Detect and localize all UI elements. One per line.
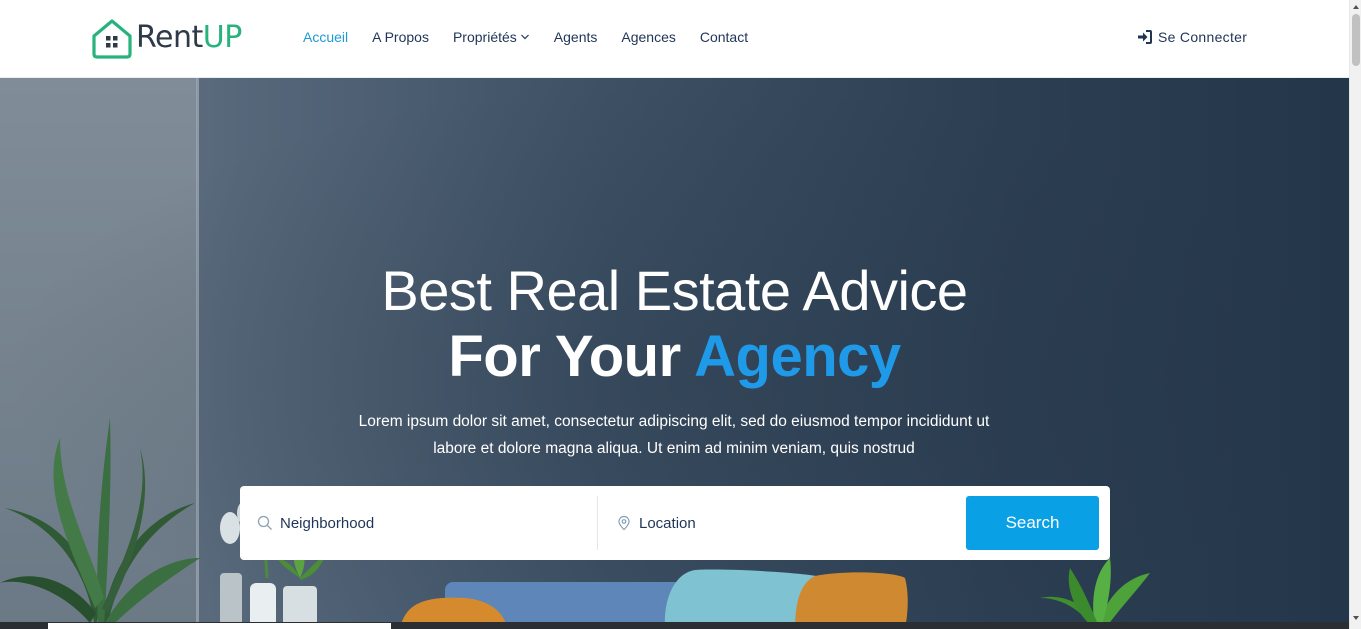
login-label: Se Connecter bbox=[1158, 29, 1248, 45]
hero-title-prefix: For Your bbox=[448, 324, 681, 389]
location-placeholder: Location bbox=[639, 514, 696, 532]
main-nav: Accueil A Propos Propriétés Agents Agenc… bbox=[303, 29, 772, 45]
nav-item-label: Agences bbox=[621, 29, 676, 45]
hero-title-accent: Agency bbox=[694, 324, 901, 389]
neighborhood-field[interactable]: Neighborhood bbox=[257, 498, 587, 548]
login-link[interactable]: Se Connecter bbox=[1137, 29, 1247, 45]
nav-item-label: Contact bbox=[699, 29, 749, 45]
palm-plant-image bbox=[0, 418, 200, 629]
chevron-down-icon bbox=[520, 34, 529, 40]
hero-section: Best Real Estate Advice For Your Agency … bbox=[0, 78, 1349, 629]
nav-item-proprietes[interactable]: Propriétés bbox=[453, 29, 530, 45]
hero-description: Lorem ipsum dolor sit amet, consectetur … bbox=[324, 408, 1024, 462]
scroll-down-arrow-icon[interactable] bbox=[1351, 613, 1361, 623]
nav-item-accueil[interactable]: Accueil bbox=[303, 29, 348, 45]
side-plant-image bbox=[1040, 558, 1150, 629]
scroll-up-arrow-icon[interactable] bbox=[1351, 2, 1361, 12]
sign-in-icon bbox=[1138, 30, 1152, 44]
search-form: Neighborhood Location Search bbox=[240, 486, 1110, 560]
search-icon bbox=[257, 515, 272, 530]
hero-description-line2: labore et dolore magna aliqua. Ut enim a… bbox=[433, 440, 915, 457]
brand-name-part2: UP bbox=[202, 20, 243, 55]
nav-item-agents[interactable]: Agents bbox=[554, 29, 598, 45]
nav-item-contact[interactable]: Contact bbox=[700, 29, 748, 45]
next-section-card-edge bbox=[48, 623, 391, 629]
nav-item-a-propos[interactable]: A Propos bbox=[372, 29, 429, 45]
hero-title-line1: Best Real Estate Advice bbox=[381, 259, 968, 322]
map-pin-icon bbox=[618, 515, 630, 531]
hero-description-line1: Lorem ipsum dolor sit amet, consectetur … bbox=[358, 413, 990, 430]
house-icon bbox=[92, 19, 132, 59]
search-button[interactable]: Search bbox=[966, 496, 1099, 550]
nav-item-agences[interactable]: Agences bbox=[621, 29, 675, 45]
scrollbar-thumb[interactable] bbox=[1352, 14, 1360, 66]
nav-item-label: Agents bbox=[553, 29, 598, 45]
brand-name-part1: Rent bbox=[136, 20, 203, 55]
neighborhood-placeholder: Neighborhood bbox=[280, 514, 375, 532]
nav-item-label: A Propos bbox=[372, 29, 429, 45]
location-field[interactable]: Location bbox=[616, 498, 946, 548]
search-divider bbox=[597, 496, 598, 550]
page-scrollbar[interactable] bbox=[1349, 0, 1361, 629]
nav-item-label: Accueil bbox=[303, 29, 349, 45]
brand-logo[interactable]: RentUP bbox=[90, 16, 242, 60]
site-header: RentUP Accueil A Propos Propriétés Agent… bbox=[0, 0, 1349, 78]
brand-name: RentUP bbox=[136, 16, 242, 60]
sofa-image bbox=[400, 569, 908, 629]
hero-title-line2: For Your Agency bbox=[0, 323, 1349, 390]
nav-item-label: Propriétés bbox=[452, 29, 517, 45]
